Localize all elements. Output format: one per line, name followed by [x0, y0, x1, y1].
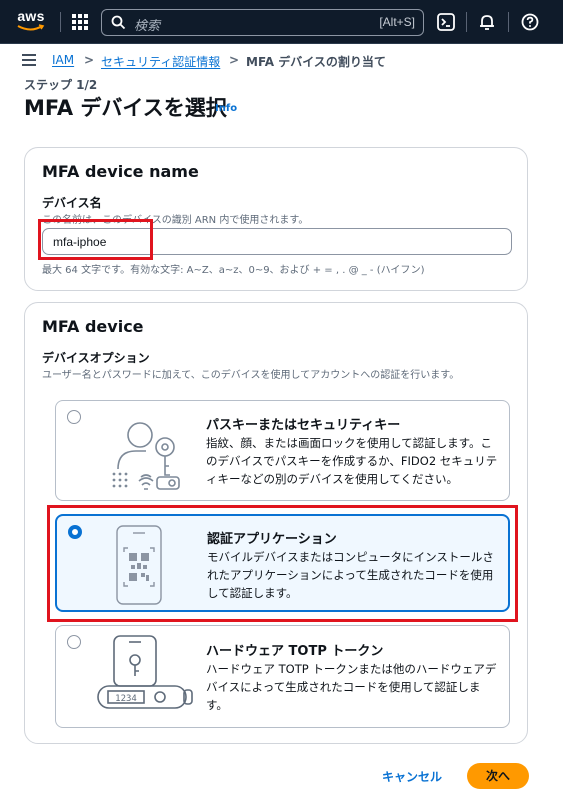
option-hardware-totp[interactable]: 1234 ハードウェア TOTP トークン ハードウェア TOTP トークンまた… — [55, 625, 510, 728]
search-shortcut: [Alt+S] — [379, 15, 415, 29]
help-icon[interactable] — [519, 11, 541, 33]
divider — [466, 12, 467, 32]
token-display-text: 1234 — [115, 694, 137, 704]
field-constraint: 最大 64 文字です。有効な文字: A~Z、a~z、0~9、および + = , … — [42, 265, 425, 276]
search-input[interactable]: 検索 [Alt+S] — [101, 9, 424, 36]
field-label: デバイスオプション — [42, 351, 150, 365]
cancel-button[interactable]: キャンセル — [382, 768, 442, 785]
field-label: デバイス名 — [42, 196, 102, 210]
option-title: ハードウェア TOTP トークン — [206, 644, 384, 659]
divider — [60, 12, 61, 32]
info-link[interactable]: Info — [215, 103, 237, 114]
cloudshell-icon[interactable] — [435, 11, 457, 33]
option-authenticator-app[interactable]: 認証アプリケーション モバイルデバイスまたはコンピュータにインストールされたアプ… — [55, 514, 510, 612]
device-name-input[interactable] — [42, 228, 512, 255]
radio-button[interactable] — [67, 635, 81, 649]
menu-icon[interactable] — [22, 54, 38, 66]
next-button[interactable]: 次へ — [467, 763, 529, 789]
page-title: MFA デバイスを選択 — [24, 96, 227, 120]
field-description: ユーザー名とパスワードに加えて、このデバイスを使用してアカウントへの認証を行いま… — [42, 370, 460, 381]
device-name-container: MFA device name デバイス名 この名前は、このデバイスの識別 AR… — [24, 147, 528, 291]
top-navigation-bar: aws 検索 [Alt+S] — [0, 0, 563, 44]
search-icon — [111, 15, 126, 30]
option-description: ハードウェア TOTP トークンまたは他のハードウェアデバイスによって生成された… — [206, 662, 497, 712]
aws-smile-icon — [17, 24, 45, 31]
radio-button-selected[interactable] — [68, 525, 82, 539]
step-indicator: ステップ 1/2 — [24, 78, 98, 92]
option-description: 指紋、顔、または画面ロックを使用して認証します。このデバイスでパスキーを作成する… — [206, 436, 498, 486]
option-title: パスキーまたはセキュリティキー — [206, 418, 401, 433]
container-title: MFA device name — [42, 162, 199, 181]
divider — [508, 12, 509, 32]
breadcrumb-iam[interactable]: IAM — [52, 53, 74, 67]
breadcrumb-separator: > — [229, 53, 240, 67]
services-grid-icon[interactable] — [72, 14, 88, 30]
aws-logo-text: aws — [17, 8, 45, 24]
breadcrumb: IAM > セキュリティ認証情報 > MFA デバイスの割り当て — [0, 45, 563, 77]
field-description: この名前は、このデバイスの識別 ARN 内で使用されます。 — [42, 215, 309, 226]
aws-logo[interactable]: aws — [14, 6, 48, 36]
option-description: モバイルデバイスまたはコンピュータにインストールされたアプリケーションによって生… — [207, 550, 494, 600]
authenticator-app-icon — [116, 525, 162, 605]
bell-icon[interactable] — [476, 11, 498, 33]
container-title: MFA device — [42, 317, 144, 336]
breadcrumb-security-credentials[interactable]: セキュリティ認証情報 — [101, 53, 220, 70]
passkey-icon — [112, 422, 180, 490]
option-passkey[interactable]: パスキーまたはセキュリティキー 指紋、顔、または画面ロックを使用して認証します。… — [55, 400, 510, 501]
hardware-token-icon: 1234 — [97, 635, 193, 709]
search-placeholder: 検索 — [134, 19, 161, 34]
breadcrumb-current: MFA デバイスの割り当て — [246, 55, 386, 69]
breadcrumb-separator: > — [84, 53, 95, 67]
radio-button[interactable] — [67, 410, 81, 424]
option-title: 認証アプリケーション — [207, 532, 337, 547]
